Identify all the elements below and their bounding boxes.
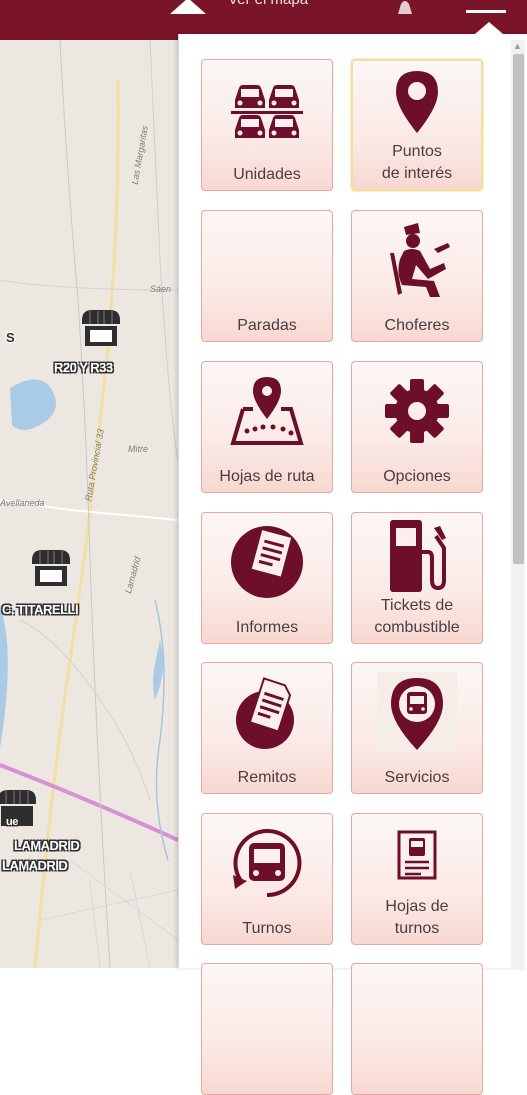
poi-label[interactable]: ue — [6, 816, 18, 828]
vehicles-icon — [202, 74, 332, 144]
menu-tile-remitos[interactable]: Remitos — [201, 662, 333, 794]
bus-pin-icon — [352, 672, 482, 752]
menu-tile-puntos-de-interés[interactable]: Puntos de interés — [351, 59, 483, 191]
panel-notch — [475, 22, 503, 34]
menu-tile-label: Hojas de ruta — [219, 468, 315, 485]
menu-tile-label: Remitos — [237, 769, 297, 786]
map-view[interactable]: Las Margaritas Ruta Provincial 33 Mitre … — [0, 40, 178, 968]
menu-tile-hojas-de-ruta[interactable]: Hojas de ruta — [201, 361, 333, 493]
menu-tile-partial[interactable] — [201, 963, 333, 1095]
fuel-pump-icon — [352, 520, 482, 592]
bell-icon[interactable] — [395, 0, 415, 14]
menu-tile-opciones[interactable]: Opciones — [351, 361, 483, 493]
menu-tile-label: Choferes — [384, 317, 450, 334]
menu-tile-paradas[interactable]: Paradas — [201, 210, 333, 342]
poi-label[interactable]: R20 Y R33 — [54, 360, 113, 375]
menu-tile-label: Paradas — [237, 317, 297, 334]
menu-tile-tickets-de-combustible[interactable]: Tickets de combustible — [351, 512, 483, 644]
menu-tile-label: Unidades — [233, 166, 301, 183]
up-arrow-icon[interactable] — [170, 0, 206, 14]
location-pin-icon — [353, 69, 481, 135]
menu-tile-label: Puntos de interés — [381, 143, 453, 182]
road-label: Mitre — [128, 444, 148, 454]
store-marker-icon[interactable] — [78, 308, 124, 352]
menu-tile-hojas-de-turnos[interactable]: Hojas de turnos — [351, 813, 483, 945]
menu-tile-label: Tickets de combustible — [374, 597, 460, 636]
menu-tile-partial[interactable] — [351, 963, 483, 1095]
city-label: LAMADRID — [2, 858, 68, 873]
menu-tile-label: Opciones — [383, 468, 451, 485]
scrollbar-thumb[interactable] — [513, 54, 524, 564]
road-label: Sáen — [150, 284, 172, 294]
stop-icon — [202, 225, 332, 295]
store-marker-icon[interactable] — [28, 548, 74, 592]
bus-cycle-icon — [202, 828, 332, 898]
scroll-up-arrow-icon[interactable]: ▲ — [513, 41, 522, 51]
shift-sheet-icon — [352, 822, 482, 888]
menu-tile-turnos[interactable]: Turnos — [201, 813, 333, 945]
menu-tile-servicios[interactable]: Servicios — [351, 662, 483, 794]
poi-label[interactable]: C. TITARELLI — [2, 602, 79, 617]
header-title[interactable]: Ver el mapa — [228, 0, 308, 8]
menu-tile-label: Servicios — [384, 769, 450, 786]
menu-tile-informes[interactable]: Informes — [201, 512, 333, 644]
menu-tile-label: Informes — [235, 619, 299, 636]
menu-tile-unidades[interactable]: Unidades — [201, 59, 333, 191]
menu-tile-label: Turnos — [242, 920, 292, 937]
menu-tile-choferes[interactable]: Choferes — [351, 210, 483, 342]
delivery-note-icon — [202, 677, 332, 749]
city-label: S — [6, 330, 15, 345]
city-label: LAMADRID — [14, 838, 80, 853]
road-label: Avellaneda — [0, 498, 45, 508]
route-map-icon — [202, 376, 332, 446]
gear-icon — [352, 376, 482, 446]
driver-icon — [352, 223, 482, 297]
report-icon — [202, 526, 332, 598]
menu-toggle-icon[interactable] — [466, 10, 506, 13]
menu-tile-label: Hojas de turnos — [385, 898, 449, 937]
